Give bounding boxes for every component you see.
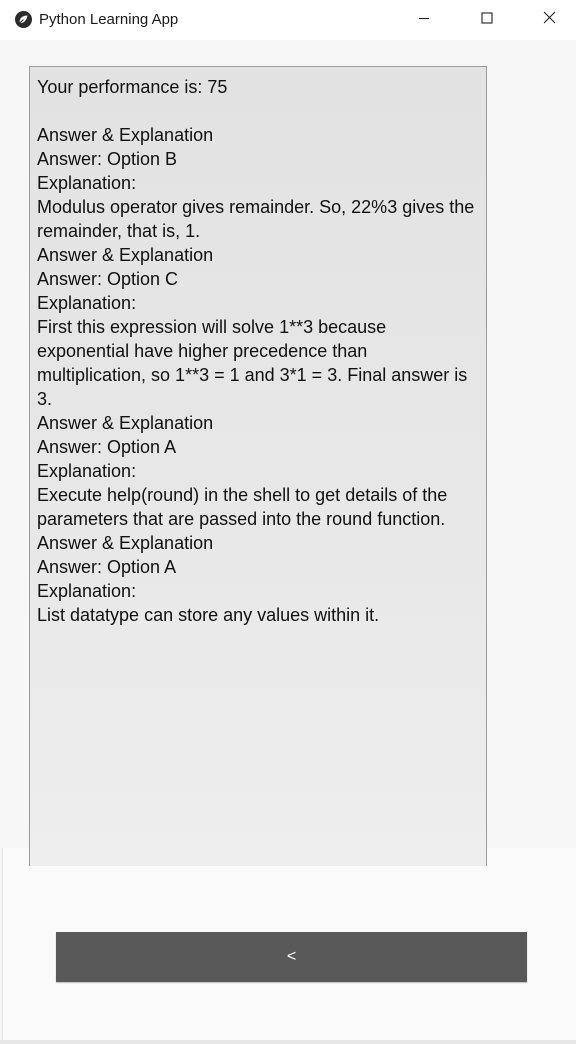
window-bottom-edge — [0, 1040, 576, 1044]
explanation-label: Explanation: — [37, 461, 137, 481]
results-text-area[interactable]: Your performance is: 75 Answer & Explana… — [29, 66, 487, 866]
explanation-heading: Answer & Explanation — [37, 125, 214, 145]
explanation-text: First this expression will solve 1**3 be… — [37, 317, 468, 409]
close-icon — [543, 11, 556, 29]
minimize-button[interactable] — [401, 0, 447, 40]
answer-text: Answer: Option A — [37, 557, 177, 577]
results-text: Your performance is: 75 Answer & Explana… — [30, 67, 486, 627]
explanation-heading: Answer & Explanation — [37, 413, 214, 433]
kivy-logo-icon — [15, 11, 32, 28]
title-bar[interactable]: Python Learning App — [0, 0, 576, 40]
answer-text: Answer: Option A — [37, 437, 177, 457]
window-title: Python Learning App — [39, 11, 179, 28]
minimize-icon — [418, 11, 430, 29]
back-button[interactable]: < — [56, 932, 527, 982]
maximize-button[interactable] — [464, 0, 510, 40]
app-window: Python Learning App Your performance is:… — [0, 0, 576, 1044]
explanation-label: Explanation: — [37, 293, 137, 313]
explanation-heading: Answer & Explanation — [37, 533, 214, 553]
explanation-heading: Answer & Explanation — [37, 245, 214, 265]
close-button[interactable] — [526, 0, 572, 40]
explanation-text: List datatype can store any values withi… — [37, 605, 380, 625]
explanation-text: Execute help(round) in the shell to get … — [37, 485, 448, 529]
explanation-text: Modulus operator gives remainder. So, 22… — [37, 197, 475, 241]
answer-text: Answer: Option C — [37, 269, 179, 289]
explanation-label: Explanation: — [37, 581, 137, 601]
performance-text: Your performance is: 75 — [37, 77, 228, 97]
answer-text: Answer: Option B — [37, 149, 178, 169]
maximize-icon — [481, 11, 493, 29]
explanation-label: Explanation: — [37, 173, 137, 193]
client-area: Your performance is: 75 Answer & Explana… — [0, 40, 576, 1044]
